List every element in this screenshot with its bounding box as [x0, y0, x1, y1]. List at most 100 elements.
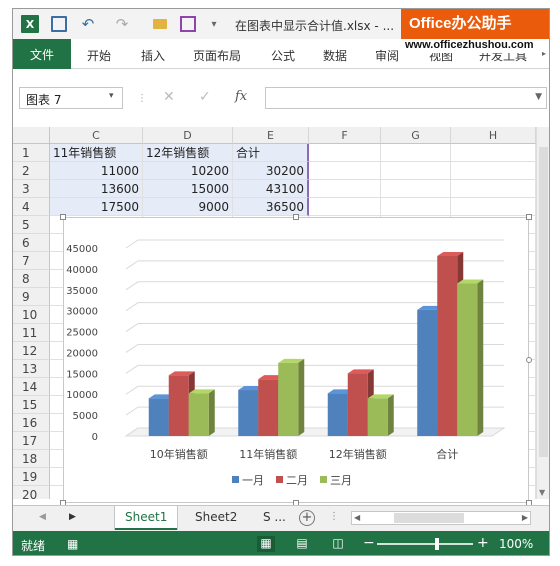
row-header[interactable]: 11	[13, 324, 50, 342]
zoom-level[interactable]: 100%	[499, 537, 533, 551]
row-header[interactable]: 8	[13, 270, 50, 288]
tab-review[interactable]: 审阅	[375, 47, 399, 64]
grid-cell[interactable]	[451, 198, 536, 216]
redo-icon[interactable]: ↷	[113, 15, 131, 33]
scroll-right-icon[interactable]: ▶	[522, 513, 528, 522]
row-header[interactable]: 20	[13, 486, 50, 499]
grid-cell[interactable]	[381, 198, 451, 216]
zoom-out-icon[interactable]: −	[363, 535, 375, 551]
row-header[interactable]: 4	[13, 198, 50, 216]
row-header[interactable]: 12	[13, 342, 50, 360]
grid-cell[interactable]	[381, 144, 451, 162]
column-header[interactable]: D	[143, 127, 233, 144]
table-cell[interactable]: 10200	[143, 162, 233, 180]
horizontal-scroll-thumb[interactable]	[394, 513, 464, 523]
table-cell[interactable]: 43100	[233, 180, 309, 198]
sheet-tab-sheet2[interactable]: Sheet2	[185, 506, 247, 530]
row-header[interactable]: 9	[13, 288, 50, 306]
horizontal-scrollbar[interactable]: ◀ ▶	[351, 511, 531, 525]
macro-record-icon[interactable]: ▦	[67, 537, 78, 551]
grid-cell[interactable]	[381, 180, 451, 198]
tab-insert[interactable]: 插入	[141, 47, 165, 64]
bar	[327, 393, 348, 436]
row-header[interactable]: 16	[13, 414, 50, 432]
tab-formulas[interactable]: 公式	[271, 47, 295, 64]
grid-cell[interactable]	[309, 198, 381, 216]
normal-view-icon[interactable]: ▦	[257, 536, 275, 552]
legend-label: 一月	[242, 474, 264, 487]
table-cell[interactable]: 9000	[143, 198, 233, 216]
add-sheet-icon[interactable]: +	[299, 510, 315, 526]
row-header[interactable]: 5	[13, 216, 50, 234]
row-header[interactable]: 19	[13, 468, 50, 486]
quick-access-more-icon[interactable]: ▾	[207, 15, 221, 33]
row-header[interactable]: 17	[13, 432, 50, 450]
vertical-scroll-thumb[interactable]	[539, 147, 548, 457]
grid-cell[interactable]	[381, 162, 451, 180]
enter-icon[interactable]: ✓	[199, 89, 211, 105]
row-header[interactable]: 3	[13, 180, 50, 198]
tab-file[interactable]: 文件	[13, 39, 71, 69]
table-header-cell[interactable]: 12年销售额	[143, 144, 233, 162]
row-header[interactable]: 15	[13, 396, 50, 414]
grid-cell[interactable]	[451, 180, 536, 198]
grid-cell[interactable]	[451, 144, 536, 162]
row-header[interactable]: 2	[13, 162, 50, 180]
sheet-tab-sheet1[interactable]: Sheet1	[115, 506, 178, 530]
save-icon[interactable]	[51, 15, 67, 33]
table-cell[interactable]: 11000	[50, 162, 143, 180]
scroll-down-icon[interactable]: ▼	[539, 488, 545, 497]
formula-bar: 图表 7 ▾ ⋮ ✕ ✓ fx ▼	[13, 69, 549, 127]
sheet-nav-left-icon[interactable]: ◀	[39, 512, 46, 522]
row-header[interactable]: 13	[13, 360, 50, 378]
row-header[interactable]: 14	[13, 378, 50, 396]
insert-function-icon[interactable]: fx	[235, 89, 247, 104]
column-header[interactable]: G	[381, 127, 451, 144]
save-as-icon[interactable]	[179, 15, 197, 33]
select-all-corner[interactable]	[13, 127, 50, 144]
expand-formula-icon[interactable]: ▼	[535, 92, 542, 102]
vertical-scrollbar[interactable]: ▼	[536, 127, 549, 499]
sheet-tab-more[interactable]: S ...	[253, 506, 296, 530]
scroll-left-icon[interactable]: ◀	[354, 513, 360, 522]
table-cell[interactable]: 13600	[50, 180, 143, 198]
cancel-icon[interactable]: ✕	[163, 89, 175, 105]
sheet-nav-right-icon[interactable]: ▶	[69, 512, 76, 522]
grid-cell[interactable]	[451, 162, 536, 180]
grid-cell[interactable]	[309, 144, 381, 162]
excel-logo-icon: X	[21, 15, 39, 33]
column-header[interactable]: C	[50, 127, 143, 144]
table-header-cell[interactable]: 合计	[233, 144, 309, 162]
tab-home[interactable]: 开始	[87, 47, 111, 64]
zoom-slider[interactable]	[377, 543, 473, 545]
embedded-chart[interactable]: 0 5000 10000 15000 20000 25000 30000 35000 40000…	[60, 214, 532, 506]
table-cell[interactable]: 15000	[143, 180, 233, 198]
table-header-cell[interactable]: 11年销售额	[50, 144, 143, 162]
grid-cell[interactable]	[309, 180, 381, 198]
row-header[interactable]: 6	[13, 234, 50, 252]
tab-split-icon[interactable]: ⋮	[329, 511, 339, 522]
grid-cell[interactable]	[309, 162, 381, 180]
ribbon-scroll-right-icon[interactable]: ▸	[542, 49, 546, 58]
x-tick-label: 合计	[436, 447, 458, 461]
tab-page-layout[interactable]: 页面布局	[193, 47, 241, 64]
column-header[interactable]: F	[309, 127, 381, 144]
table-cell[interactable]: 30200	[233, 162, 309, 180]
name-box[interactable]: 图表 7	[19, 87, 123, 109]
name-box-dropdown-icon[interactable]: ▾	[109, 91, 114, 101]
gridline-depth	[125, 364, 139, 374]
row-header[interactable]: 10	[13, 306, 50, 324]
tab-data[interactable]: 数据	[323, 47, 347, 64]
zoom-slider-thumb[interactable]	[434, 538, 439, 550]
row-header[interactable]: 7	[13, 252, 50, 270]
column-header[interactable]: E	[233, 127, 309, 144]
page-layout-view-icon[interactable]: ▤	[293, 536, 311, 552]
column-header[interactable]: H	[451, 127, 536, 144]
zoom-in-icon[interactable]: +	[477, 535, 489, 551]
formula-input[interactable]: ▼	[265, 87, 547, 109]
open-folder-icon[interactable]	[151, 15, 169, 33]
row-header[interactable]: 1	[13, 144, 50, 162]
row-header[interactable]: 18	[13, 450, 50, 468]
page-break-view-icon[interactable]: ◫	[329, 536, 347, 552]
undo-icon[interactable]: ↶	[79, 15, 97, 33]
